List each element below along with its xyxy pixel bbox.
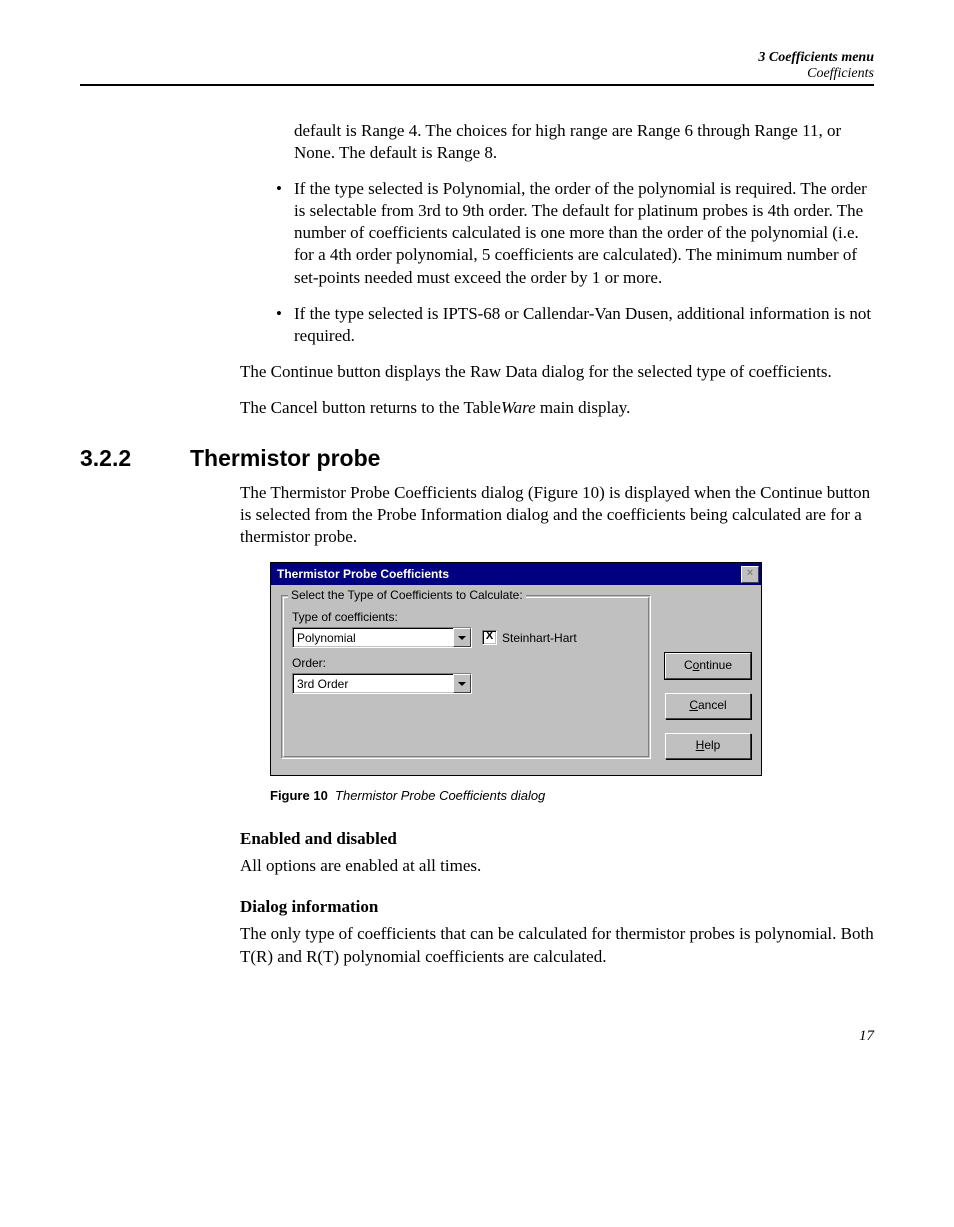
section-number: 3.2.2 — [80, 445, 190, 472]
bullet-item: If the type selected is IPTS-68 or Calle… — [270, 303, 874, 347]
text: elp — [704, 738, 720, 752]
figure-caption: Figure 10 Thermistor Probe Coefficients … — [270, 788, 874, 803]
steinhart-checkbox[interactable]: X Steinhart-Hart — [482, 630, 577, 645]
chevron-down-icon — [453, 628, 471, 647]
text: The Cancel button returns to the Table — [240, 398, 501, 417]
text: main display. — [536, 398, 631, 417]
figure-label: Figure 10 — [270, 788, 328, 803]
text: C — [689, 698, 698, 712]
close-button[interactable]: × — [741, 566, 759, 583]
chevron-down-icon — [453, 674, 471, 693]
dialog-title: Thermistor Probe Coefficients — [277, 567, 449, 581]
figure-text: Thermistor Probe Coefficients dialog — [335, 788, 545, 803]
steinhart-label: Steinhart-Hart — [502, 631, 577, 645]
type-value: Polynomial — [297, 631, 356, 645]
type-select[interactable]: Polynomial — [292, 627, 472, 648]
text: ntinue — [699, 658, 732, 672]
type-label: Type of coefficients: — [292, 610, 640, 624]
text: C — [684, 658, 693, 672]
intro-paragraph: default is Range 4. The choices for high… — [270, 120, 874, 164]
bullet-item: If the type selected is Polynomial, the … — [270, 178, 874, 288]
subheading-dialog-info: Dialog information — [240, 897, 874, 917]
header-subsection: Coefficients — [807, 66, 874, 81]
enabled-paragraph: All options are enabled at all times. — [240, 855, 874, 877]
page-header: 3 Coefficients menu Coefficients — [80, 50, 874, 86]
order-select[interactable]: 3rd Order — [292, 673, 472, 694]
thermistor-dialog: Thermistor Probe Coefficients × Select t… — [270, 562, 762, 776]
continue-paragraph: The Continue button displays the Raw Dat… — [240, 361, 874, 383]
order-label: Order: — [292, 656, 640, 670]
dialog-info-paragraph: The only type of coefficients that can b… — [240, 923, 874, 967]
help-button[interactable]: Help — [665, 733, 751, 759]
order-value: 3rd Order — [297, 677, 348, 691]
bullet-list: If the type selected is Polynomial, the … — [270, 178, 874, 347]
tableware-em: Ware — [501, 398, 536, 417]
section-paragraph: The Thermistor Probe Coefficients dialog… — [240, 482, 874, 548]
checkbox-mark: X — [482, 630, 497, 645]
continue-button[interactable]: Continue — [665, 653, 751, 679]
subheading-enabled: Enabled and disabled — [240, 829, 874, 849]
section-title: Thermistor probe — [190, 445, 380, 472]
cancel-paragraph: The Cancel button returns to the TableWa… — [240, 397, 874, 419]
cancel-button[interactable]: Cancel — [665, 693, 751, 719]
page-number: 17 — [80, 1028, 874, 1045]
coefficients-groupbox: Select the Type of Coefficients to Calcu… — [281, 595, 651, 759]
close-icon: × — [747, 567, 753, 579]
section-heading: 3.2.2 Thermistor probe — [80, 445, 874, 472]
text: ancel — [698, 698, 727, 712]
header-chapter: 3 Coefficients menu — [758, 50, 874, 65]
dialog-titlebar: Thermistor Probe Coefficients × — [271, 563, 761, 585]
groupbox-legend: Select the Type of Coefficients to Calcu… — [288, 588, 526, 602]
